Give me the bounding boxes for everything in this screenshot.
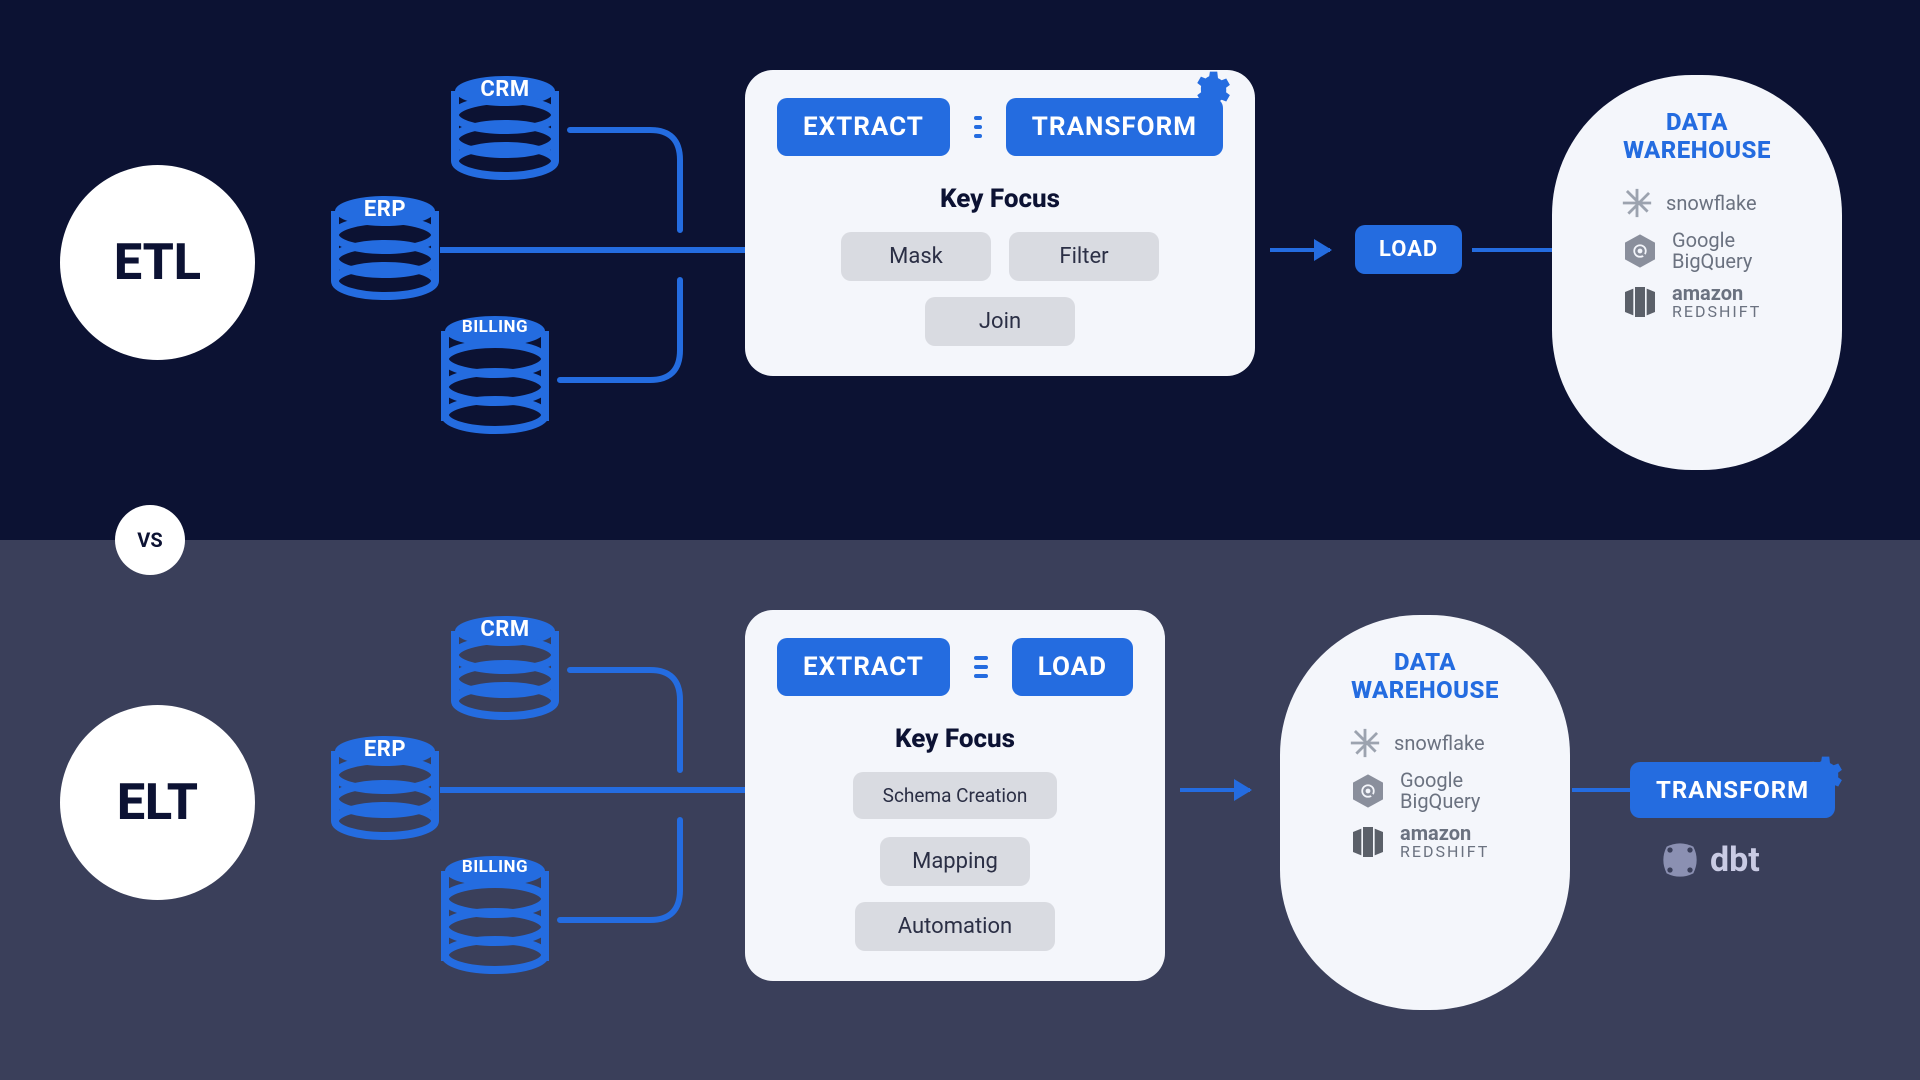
elt-badge: ELT	[60, 705, 255, 900]
elt-section: ELT CRM ERP	[0, 540, 1920, 1080]
dw-snowflake: snowflake	[1592, 186, 1802, 220]
focus-schema: Schema Creation	[853, 772, 1058, 819]
dw-bigquery-2: GoogleBigQuery	[1320, 770, 1530, 812]
connector-lines-icon	[974, 116, 982, 138]
snowflake-icon	[1620, 186, 1654, 220]
arrow-to-load	[1270, 248, 1330, 252]
etl-badge: ETL	[60, 165, 255, 360]
etl-bracket	[440, 120, 760, 400]
elt-load-pill: LOAD	[1012, 638, 1133, 696]
dw-bigquery: GoogleBigQuery	[1592, 230, 1802, 272]
etl-extract-pill: EXTRACT	[777, 98, 950, 156]
focus-automation: Automation	[855, 902, 1055, 951]
dw-title-1b: DATA	[1394, 648, 1456, 676]
db-erp-label-2: ERP	[364, 737, 406, 762]
bigquery-icon	[1348, 771, 1388, 811]
gear-icon	[1799, 753, 1843, 797]
etl-section: ETL CRM ERP	[0, 0, 1920, 540]
elt-extract-pill: EXTRACT	[777, 638, 950, 696]
db-erp-label: ERP	[364, 197, 406, 222]
elt-keyfocus-title: Key Focus	[777, 724, 1133, 754]
connector-lines-icon	[974, 656, 988, 678]
etl-title: ETL	[114, 234, 201, 292]
dbt-icon	[1660, 840, 1700, 880]
dw-title-1: DATA	[1666, 108, 1728, 136]
db-crm-label-2: CRM	[480, 617, 529, 642]
bigquery-icon	[1620, 231, 1660, 271]
redshift-icon	[1348, 822, 1388, 862]
focus-join: Join	[925, 297, 1075, 346]
arrow-to-warehouse-elt	[1180, 788, 1250, 792]
elt-data-warehouse: DATA WAREHOUSE snowflake GoogleBigQuery …	[1280, 615, 1570, 1010]
dw-redshift-2: amazonREDSHIFT	[1320, 822, 1530, 862]
elt-bracket	[440, 660, 760, 940]
line-to-transform	[1572, 788, 1632, 792]
focus-mapping: Mapping	[880, 837, 1030, 886]
gear-icon	[1187, 68, 1231, 112]
focus-mask: Mask	[841, 232, 991, 281]
etl-load-pill: LOAD	[1355, 225, 1462, 274]
dw-title-2: WAREHOUSE	[1623, 136, 1771, 164]
vs-badge: VS	[115, 505, 185, 575]
redshift-icon	[1620, 282, 1660, 322]
db-erp-2: ERP	[330, 735, 440, 845]
elt-panel: EXTRACT LOAD Key Focus Schema Creation M…	[745, 610, 1165, 981]
dbt-logo: dbt	[1660, 840, 1760, 880]
elt-title: ELT	[117, 774, 198, 832]
elt-transform-wrap: TRANSFORM	[1630, 762, 1835, 818]
dw-title-2b: WAREHOUSE	[1351, 676, 1499, 704]
etl-keyfocus-title: Key Focus	[777, 184, 1223, 214]
db-erp: ERP	[330, 195, 440, 305]
dbt-label: dbt	[1710, 840, 1760, 880]
db-crm-label: CRM	[480, 77, 529, 102]
etl-load-pill-wrap: LOAD	[1355, 225, 1462, 274]
etl-data-warehouse: DATA WAREHOUSE snowflake GoogleBigQuery …	[1552, 75, 1842, 470]
etl-panel: EXTRACT TRANSFORM Key Focus Mask Filter …	[745, 70, 1255, 376]
snowflake-icon	[1348, 726, 1382, 760]
line-to-warehouse	[1472, 248, 1552, 252]
dw-redshift: amazonREDSHIFT	[1592, 282, 1802, 322]
vs-label: VS	[137, 528, 162, 552]
focus-filter: Filter	[1009, 232, 1159, 281]
dw-snowflake-2: snowflake	[1320, 726, 1530, 760]
